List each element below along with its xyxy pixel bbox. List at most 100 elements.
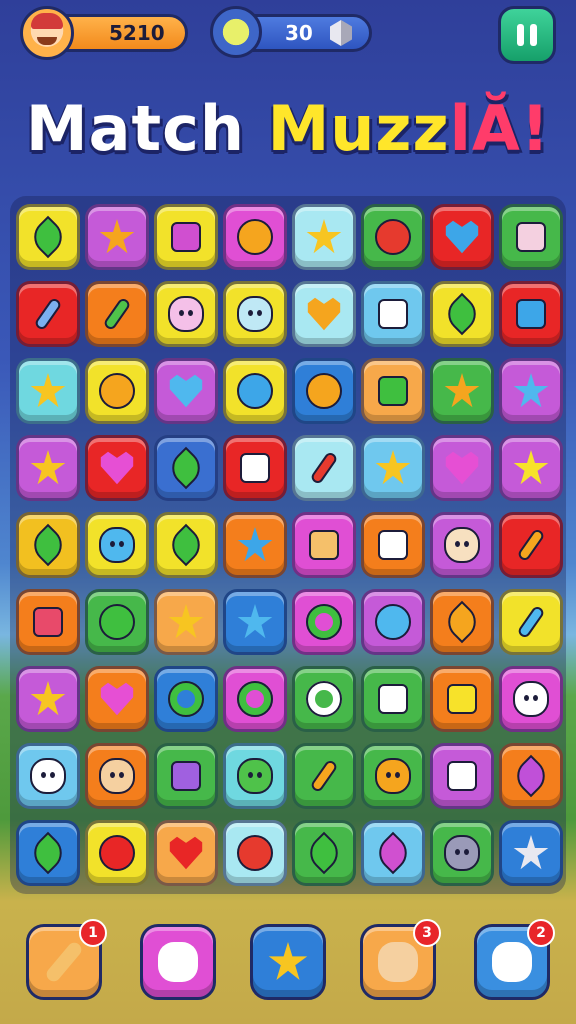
tile-heart[interactable] (154, 358, 218, 424)
tile-leaf[interactable] (16, 204, 80, 270)
tile-face[interactable] (223, 281, 287, 347)
tile-heart[interactable] (430, 204, 494, 270)
player-avatar-icon[interactable] (20, 6, 74, 60)
square-icon (378, 530, 408, 560)
ring-icon (168, 681, 204, 717)
tile-square[interactable] (223, 435, 287, 501)
circle-icon (237, 835, 273, 871)
tile-face[interactable] (154, 281, 218, 347)
tile-star[interactable] (154, 589, 218, 655)
tile-face[interactable] (430, 820, 494, 886)
tile-circle[interactable] (223, 204, 287, 270)
tile-leaf[interactable] (154, 512, 218, 578)
tile-star[interactable] (499, 820, 563, 886)
tile-circle[interactable] (361, 204, 425, 270)
square-icon (378, 376, 408, 406)
tile-square[interactable] (361, 358, 425, 424)
tile-circle[interactable] (292, 358, 356, 424)
tile-bar[interactable] (292, 435, 356, 501)
tile-bar[interactable] (16, 281, 80, 347)
booster-star-button[interactable] (250, 924, 326, 1000)
tile-star[interactable] (223, 589, 287, 655)
tile-face[interactable] (361, 743, 425, 809)
tile-square[interactable] (292, 512, 356, 578)
tile-circle[interactable] (223, 358, 287, 424)
tile-leaf[interactable] (154, 435, 218, 501)
tile-star[interactable] (16, 666, 80, 732)
star-icon (375, 450, 411, 485)
burst-icon (444, 373, 480, 408)
tile-face[interactable] (499, 666, 563, 732)
tile-leaf[interactable] (430, 281, 494, 347)
tile-ring[interactable] (223, 666, 287, 732)
tile-square[interactable] (154, 204, 218, 270)
heart-icon (169, 836, 203, 870)
tile-square[interactable] (16, 589, 80, 655)
leaf-icon (26, 831, 70, 875)
leaf-icon (164, 523, 208, 567)
tile-face[interactable] (85, 512, 149, 578)
tile-leaf[interactable] (361, 820, 425, 886)
tile-square[interactable] (430, 666, 494, 732)
tile-circle[interactable] (223, 820, 287, 886)
circle-icon (99, 604, 135, 640)
tile-bar[interactable] (499, 589, 563, 655)
tile-star[interactable] (16, 435, 80, 501)
tile-heart[interactable] (430, 435, 494, 501)
tile-ring[interactable] (292, 589, 356, 655)
tile-star[interactable] (292, 204, 356, 270)
circle-icon (306, 373, 342, 409)
bar-icon (309, 450, 339, 486)
tile-square[interactable] (430, 743, 494, 809)
ring-icon (237, 681, 273, 717)
booster-swirl-button[interactable]: 2 (474, 919, 555, 1000)
tile-square[interactable] (361, 281, 425, 347)
leaf-icon (302, 831, 346, 875)
tile-bar[interactable] (292, 743, 356, 809)
booster-bird-button[interactable]: 3 (360, 919, 441, 1000)
tile-leaf[interactable] (292, 820, 356, 886)
tile-circle[interactable] (85, 820, 149, 886)
tile-heart[interactable] (85, 435, 149, 501)
tile-star[interactable] (16, 358, 80, 424)
tile-burst[interactable] (430, 358, 494, 424)
tile-leaf[interactable] (499, 743, 563, 809)
tile-square[interactable] (361, 512, 425, 578)
tile-leaf[interactable] (16, 512, 80, 578)
tile-leaf[interactable] (430, 589, 494, 655)
tile-square[interactable] (499, 281, 563, 347)
tile-ring[interactable] (154, 666, 218, 732)
tile-star[interactable] (85, 204, 149, 270)
tile-face[interactable] (16, 743, 80, 809)
tile-face[interactable] (223, 743, 287, 809)
pause-button[interactable] (498, 6, 556, 64)
tile-heart[interactable] (292, 281, 356, 347)
tile-bar[interactable] (499, 512, 563, 578)
tile-square[interactable] (499, 204, 563, 270)
star-icon (30, 681, 66, 716)
tile-star[interactable] (361, 435, 425, 501)
booster-cloud-button[interactable] (140, 924, 216, 1000)
tile-heart[interactable] (154, 820, 218, 886)
tile-square[interactable] (154, 743, 218, 809)
tile-face[interactable] (85, 743, 149, 809)
tile-star[interactable] (499, 435, 563, 501)
tile-heart[interactable] (85, 666, 149, 732)
tile-leaf[interactable] (16, 820, 80, 886)
tile-star[interactable] (499, 358, 563, 424)
tile-circle[interactable] (85, 589, 149, 655)
booster-hammer-icon (43, 939, 85, 985)
bar-icon (33, 296, 63, 332)
tile-square[interactable] (361, 666, 425, 732)
tile-star[interactable] (223, 512, 287, 578)
bar-icon (309, 758, 339, 794)
tile-ring[interactable] (292, 666, 356, 732)
tile-bar[interactable] (85, 281, 149, 347)
tile-circle[interactable] (361, 589, 425, 655)
booster-star-icon (268, 942, 308, 980)
face-icon (99, 527, 135, 563)
tile-face[interactable] (430, 512, 494, 578)
square-icon (309, 530, 339, 560)
booster-hammer-button[interactable]: 1 (26, 919, 107, 1000)
tile-circle[interactable] (85, 358, 149, 424)
